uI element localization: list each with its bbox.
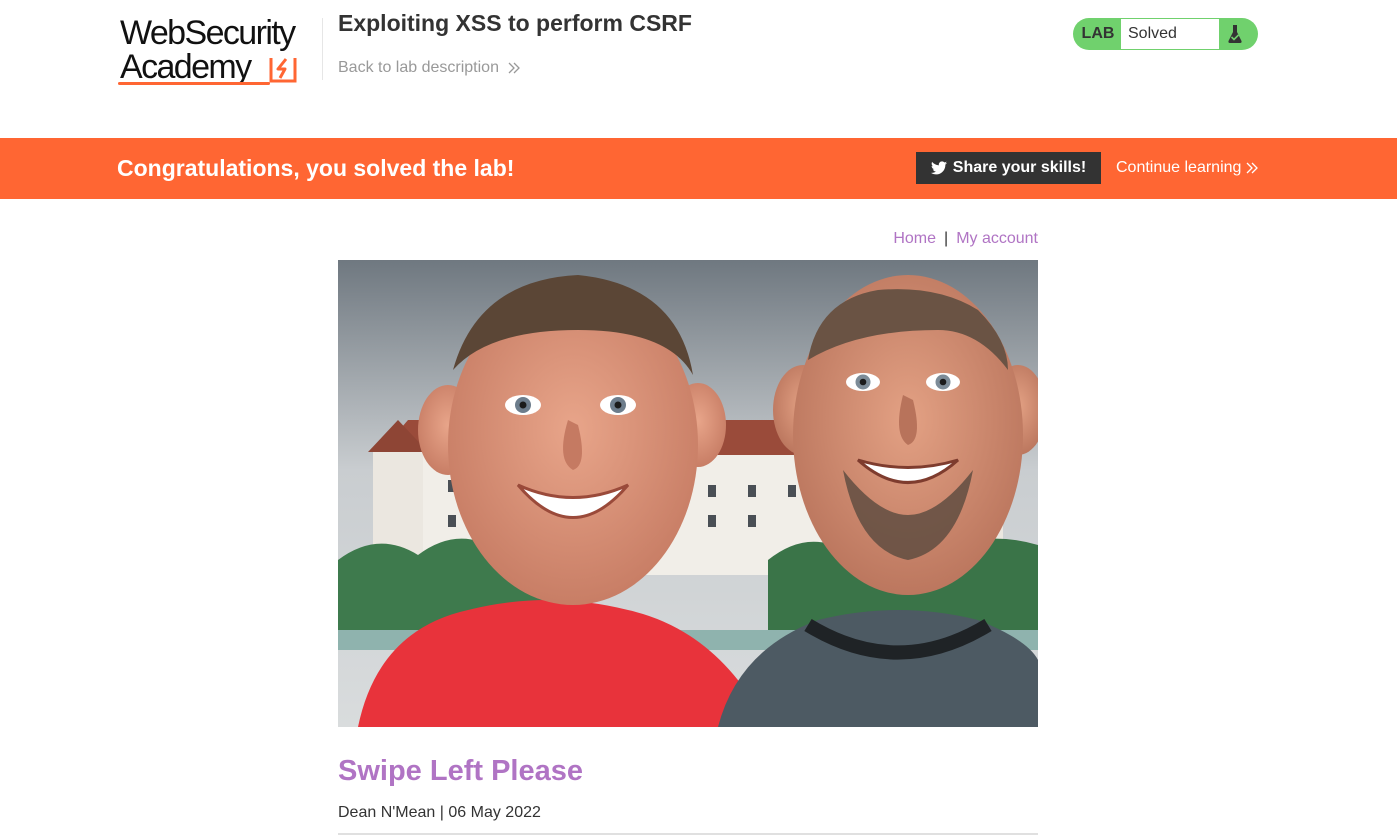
lab-status-widget: LAB Solved xyxy=(1073,18,1258,50)
post-author-date: Dean N'Mean | 06 May 2022 xyxy=(338,804,541,821)
logo-line2: Academy xyxy=(120,48,252,86)
flask-solved-icon xyxy=(1219,18,1258,50)
lab-status-text: Solved xyxy=(1121,19,1219,49)
top-links: Home | My account xyxy=(338,230,1038,248)
double-chevron-right-icon xyxy=(508,62,520,74)
continue-learning-label: Continue learning xyxy=(1116,159,1242,176)
header-divider xyxy=(322,18,323,80)
lab-badge: LAB xyxy=(1081,25,1115,42)
share-button-label: Share your skills! xyxy=(952,159,1087,176)
back-to-lab-description-link[interactable]: Back to lab description xyxy=(338,59,521,77)
share-your-skills-button[interactable]: Share your skills! xyxy=(916,152,1101,184)
lab-title: Exploiting XSS to perform CSRF xyxy=(338,10,692,36)
twitter-icon xyxy=(930,161,947,175)
blog-post-photo xyxy=(338,260,1038,727)
post-title: Swipe Left Please xyxy=(338,755,583,787)
academy-header: WebSecurity Academy Exploiting XSS to pe… xyxy=(0,0,1397,138)
congratulations-message: Congratulations, you solved the lab! xyxy=(117,155,515,181)
logo-line1: WebSecurity xyxy=(120,14,296,52)
web-security-academy-logo[interactable]: WebSecurity Academy xyxy=(118,14,297,88)
continue-learning-link[interactable]: Continue learning xyxy=(1116,159,1259,177)
post-divider xyxy=(338,833,1038,835)
double-chevron-right-icon xyxy=(1246,162,1259,174)
back-link-label: Back to lab description xyxy=(338,59,499,76)
my-account-link[interactable]: My account xyxy=(956,230,1038,247)
home-link[interactable]: Home xyxy=(893,230,936,247)
logo-underline xyxy=(118,82,270,85)
lab-solved-banner: Congratulations, you solved the lab! Sha… xyxy=(0,138,1397,199)
logo-bolt-icon xyxy=(269,58,297,83)
blog-post-image xyxy=(338,260,1038,727)
nav-separator: | xyxy=(944,230,949,247)
